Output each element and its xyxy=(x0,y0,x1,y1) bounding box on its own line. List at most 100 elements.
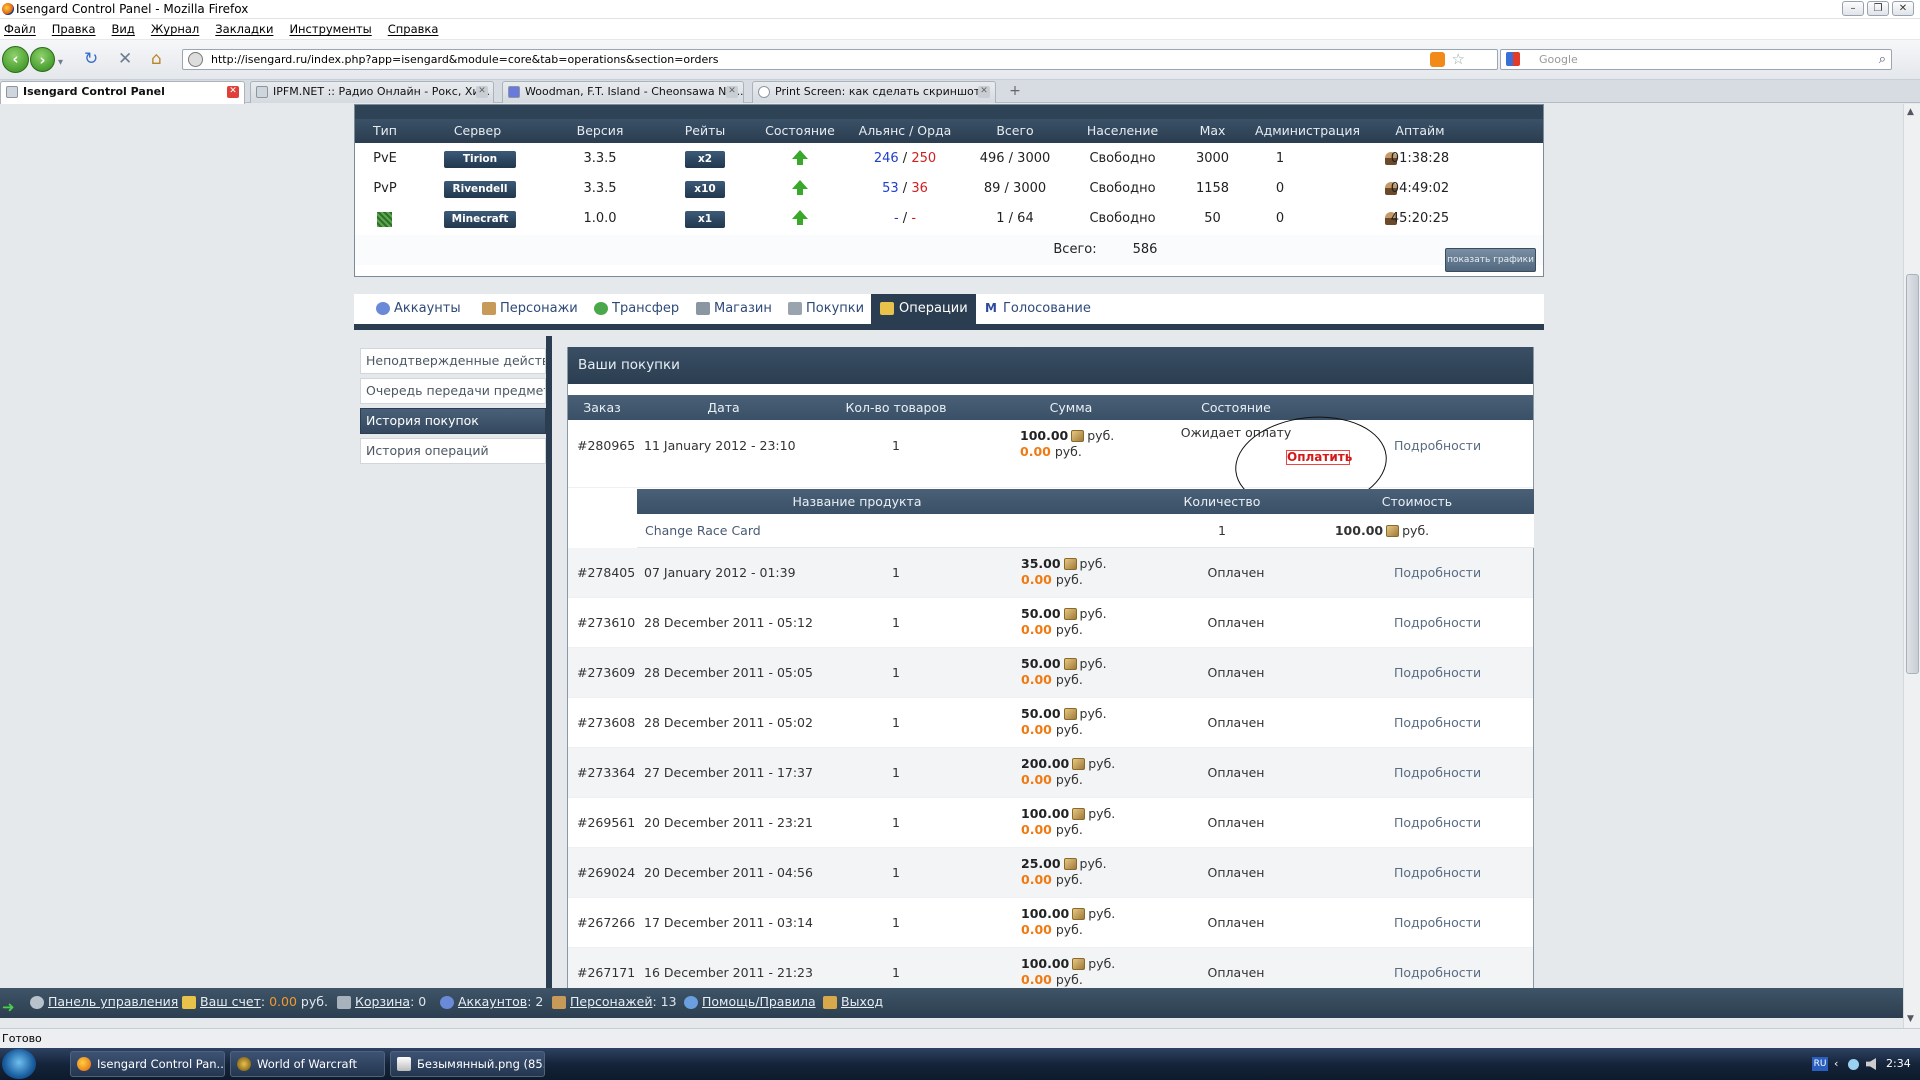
user-icon xyxy=(376,302,390,315)
tab-purchases[interactable]: Покупки xyxy=(786,294,864,324)
back-button[interactable]: ‹ xyxy=(2,46,29,73)
order-date: 07 January 2012 - 01:39 xyxy=(644,565,796,580)
start-button[interactable] xyxy=(2,1049,36,1079)
menu-bookmarks[interactable]: Закладки xyxy=(215,19,273,39)
footer-help[interactable]: Помощь/Правила xyxy=(684,988,816,1016)
taskbar-item-firefox[interactable]: Isengard Control Pan... xyxy=(70,1051,225,1077)
online-arrow-icon xyxy=(792,150,808,165)
items-table-header: Название продукта Количество Стоимость xyxy=(637,489,1534,514)
maximize-button[interactable]: ❐ xyxy=(1867,1,1889,16)
footer-accounts[interactable]: Аккаунтов: 2 xyxy=(440,988,543,1016)
browser-tab-woodman[interactable]: Woodman, F.T. Island - Cheonsawa Na... ✕ xyxy=(502,81,744,103)
google-icon[interactable] xyxy=(1506,52,1520,66)
search-icon[interactable]: ⌕ xyxy=(1879,50,1886,69)
close-tab-icon[interactable]: ✕ xyxy=(726,86,738,98)
tab-characters[interactable]: Персонажи xyxy=(480,294,578,324)
site-identity-icon[interactable] xyxy=(188,52,203,67)
page-scrollbar[interactable]: ▲ ▼ xyxy=(1903,104,1920,1028)
order-details-link[interactable]: Подробности xyxy=(1394,898,1481,948)
close-window-button[interactable]: ✕ xyxy=(1892,1,1914,16)
footer-control-panel[interactable]: Панель управления xyxy=(30,988,178,1016)
order-status: Оплачен xyxy=(1207,715,1265,730)
tab-shop[interactable]: Магазин xyxy=(694,294,772,324)
order-details-link[interactable]: Подробности xyxy=(1394,420,1481,470)
tab-operations[interactable]: Операции xyxy=(871,294,976,324)
col-sum: Сумма xyxy=(1049,400,1093,415)
scrollbar-thumb[interactable] xyxy=(1906,274,1919,674)
stop-icon[interactable]: ✕ xyxy=(118,50,132,68)
coin-icon xyxy=(1063,858,1077,870)
home-icon[interactable]: ⌂ xyxy=(151,50,162,68)
minecraft-icon xyxy=(377,212,392,227)
order-date: 17 December 2011 - 03:14 xyxy=(644,915,813,930)
paint-icon xyxy=(397,1057,411,1071)
footer-characters[interactable]: Персонажей: 13 xyxy=(552,988,677,1016)
order-qty: 1 xyxy=(892,865,900,880)
cart-icon xyxy=(337,996,351,1009)
menu-tools[interactable]: Инструменты xyxy=(289,19,371,39)
taskbar-item-paint[interactable]: Безымянный.png (85... xyxy=(390,1051,545,1077)
order-id: #273364 xyxy=(577,765,636,780)
order-details-link[interactable]: Подробности xyxy=(1394,948,1481,988)
minimize-button[interactable]: – xyxy=(1842,1,1864,16)
forward-button[interactable]: › xyxy=(30,47,55,72)
tab-transfer[interactable]: Трансфер xyxy=(592,294,679,324)
server-name-badge[interactable]: Rivendell xyxy=(444,181,516,198)
url-input[interactable]: http://isengard.ru/index.php?app=isengar… xyxy=(182,49,1498,70)
rss-icon[interactable] xyxy=(1430,52,1445,67)
order-id: #269024 xyxy=(577,865,636,880)
server-max: 50 xyxy=(1204,211,1221,226)
network-icon[interactable] xyxy=(1848,1059,1859,1070)
close-tab-icon[interactable]: ✕ xyxy=(227,86,239,98)
menu-file[interactable]: Файл xyxy=(4,19,36,39)
taskbar-item-wow[interactable]: World of Warcraft xyxy=(230,1051,385,1077)
bookmark-star-icon[interactable]: ☆ xyxy=(1452,50,1465,69)
search-input[interactable]: Google ⌕ xyxy=(1500,49,1892,70)
browser-tab-ipfm[interactable]: IPFM.NET :: Радио Онлайн - Рокс, Хи... ✕ xyxy=(250,81,494,103)
clock[interactable]: 2:34 xyxy=(1886,1048,1911,1080)
order-details-link[interactable]: Подробности xyxy=(1394,548,1481,598)
footer-logout[interactable]: Выход xyxy=(823,988,883,1016)
order-details-link[interactable]: Подробности xyxy=(1394,748,1481,798)
menu-history[interactable]: Журнал xyxy=(151,19,199,39)
sidebar-item-operation-history[interactable]: История операций xyxy=(360,438,546,464)
menu-edit[interactable]: Правка xyxy=(52,19,96,39)
reload-icon[interactable]: ↻ xyxy=(84,50,98,68)
tab-label: Операции xyxy=(899,301,968,316)
total-online-value: 586 xyxy=(1132,242,1158,257)
tab-voting[interactable]: M Голосование xyxy=(983,294,1091,324)
browser-tab-printscreen[interactable]: Print Screen: как сделать скриншот ✕ xyxy=(752,81,996,103)
sidebar-item-transfer-queue[interactable]: Очередь передачи предметов xyxy=(360,378,546,404)
tray-expand-icon[interactable]: ‹ xyxy=(1834,1048,1838,1080)
close-tab-icon[interactable]: ✕ xyxy=(978,86,990,98)
footer-account-balance[interactable]: Ваш счет: 0.00 руб. xyxy=(182,988,328,1016)
order-details-link[interactable]: Подробности xyxy=(1394,598,1481,648)
volume-icon[interactable] xyxy=(1866,1058,1876,1070)
sidebar-item-unconfirmed[interactable]: Неподтвержденные действия xyxy=(360,348,546,374)
menu-view[interactable]: Вид xyxy=(112,19,135,39)
order-qty: 1 xyxy=(892,965,900,980)
characters-icon xyxy=(482,302,496,315)
sidebar-item-purchase-history[interactable]: История покупок xyxy=(360,408,546,434)
new-tab-button[interactable]: + xyxy=(1006,83,1024,101)
order-sum: 100.00 руб. 0.00 руб. xyxy=(1021,806,1116,837)
menu-help[interactable]: Справка xyxy=(388,19,439,39)
language-indicator[interactable]: RU xyxy=(1812,1057,1828,1071)
site-footer-bar: ➜ Панель управления Ваш счет: 0.00 руб. … xyxy=(0,988,1903,1018)
order-details-link[interactable]: Подробности xyxy=(1394,648,1481,698)
order-details-link[interactable]: Подробности xyxy=(1394,798,1481,848)
order-details-link[interactable]: Подробности xyxy=(1394,698,1481,748)
col-state: Состояние xyxy=(765,123,835,138)
close-tab-icon[interactable]: ✕ xyxy=(476,86,488,98)
server-name-badge[interactable]: Tirion xyxy=(444,151,516,168)
order-details-link[interactable]: Подробности xyxy=(1394,848,1481,898)
order-status: Оплачен xyxy=(1207,615,1265,630)
history-dropdown-icon[interactable]: ▾ xyxy=(58,54,63,72)
browser-tab-isengard[interactable]: Isengard Control Panel ✕ xyxy=(0,81,245,104)
show-graphs-button[interactable]: показать графики xyxy=(1445,248,1536,272)
server-name-badge[interactable]: Minecraft xyxy=(444,211,516,228)
product-name-link[interactable]: Change Race Card xyxy=(645,514,761,548)
tab-accounts[interactable]: Аккаунты xyxy=(374,294,461,324)
order-row-pending: #280965 11 January 2012 - 23:10 1 100.00… xyxy=(568,420,1533,488)
footer-cart[interactable]: Корзина: 0 xyxy=(337,988,426,1016)
